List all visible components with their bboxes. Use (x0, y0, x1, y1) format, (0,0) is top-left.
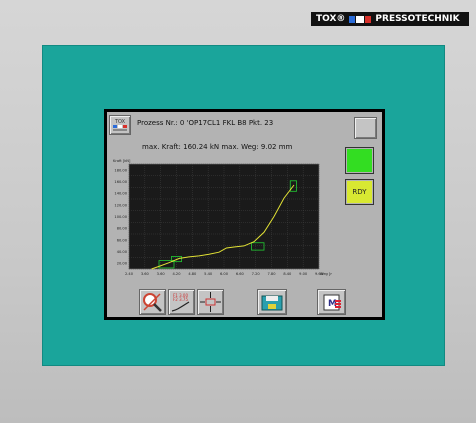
curve-list-icon: F1 3.00 F2 3.75 (171, 293, 190, 312)
top-right-button[interactable] (354, 117, 377, 139)
brand-mark-icon (349, 15, 372, 23)
y-tick-label: 160.00 (114, 180, 127, 184)
x-tick-label: 4.80 (188, 272, 197, 276)
x-tick-label: 7.20 (252, 272, 261, 276)
display-screen: TOX Prozess Nr.: 0 'OP17CL1 FKL B8 Pkt. … (104, 109, 385, 320)
brand-name: PRESSOTECHNIK (375, 14, 460, 24)
tox-logo-icon: TOX (109, 115, 131, 135)
svg-text:F2 3.75: F2 3.75 (173, 297, 188, 302)
y-tick-label: 100.00 (114, 215, 127, 219)
menu-button[interactable]: M (317, 289, 346, 315)
brand-logo-text: TOX® (316, 14, 346, 24)
save-disk-icon (261, 295, 283, 311)
zoom-button[interactable] (139, 289, 166, 315)
y-tick-label: 60.00 (117, 238, 128, 242)
y-tick-label: 120.00 (114, 203, 127, 207)
magnifier-icon (143, 293, 162, 312)
ready-button[interactable]: RDY (345, 179, 374, 205)
save-button[interactable] (257, 289, 287, 315)
y-axis-label: Kraft [kN] (113, 159, 131, 163)
process-number-text: Prozess Nr.: 0 'OP17CL1 FKL B8 Pkt. 23 (137, 119, 274, 127)
x-tick-label: 3.60 (157, 272, 166, 276)
x-tick-label: 7.80 (267, 272, 276, 276)
menu-icon: M (323, 294, 341, 311)
x-tick-label: 6.60 (236, 272, 245, 276)
curves-button[interactable]: F1 3.00 F2 3.75 (168, 289, 195, 315)
axis-adjust-icon (200, 292, 221, 312)
chart-svg: 180.00 160.00 140.00 120.00 100.00 80.00 60.00… (113, 159, 339, 276)
x-tick-label: 9.00 (299, 272, 308, 276)
max-values-text: max. Kraft: 160.24 kN max. Weg: 9.02 mm (142, 143, 293, 151)
y-tick-label: 140.00 (114, 192, 127, 196)
brand-bar: TOX® PRESSOTECHNIK (311, 12, 469, 26)
svg-text:TOX: TOX (114, 119, 126, 125)
x-tick-label: 2.40 (125, 272, 134, 276)
ok-indicator (345, 147, 374, 174)
screen-content: TOX Prozess Nr.: 0 'OP17CL1 FKL B8 Pkt. … (107, 112, 382, 317)
y-tick-label: 180.00 (114, 168, 127, 172)
logo-glyph: TOX (113, 119, 127, 131)
y-tick-label: 80.00 (117, 227, 128, 231)
x-tick-label: 6.00 (220, 272, 229, 276)
axis-adjust-button[interactable] (197, 289, 224, 315)
x-tick-label: 8.40 (283, 272, 292, 276)
y-tick-label: 20.00 (117, 262, 128, 266)
y-tick-label: 40.00 (117, 250, 128, 254)
force-displacement-chart: 180.00 160.00 140.00 120.00 100.00 80.00 60.00… (107, 154, 339, 284)
x-tick-label: 5.40 (204, 272, 213, 276)
ready-label: RDY (347, 181, 372, 203)
x-axis-label: Weg [mm] (320, 272, 332, 276)
x-tick-label: 4.20 (172, 272, 181, 276)
x-tick-label: 3.60 (141, 272, 150, 276)
ok-indicator-fill (347, 149, 372, 172)
